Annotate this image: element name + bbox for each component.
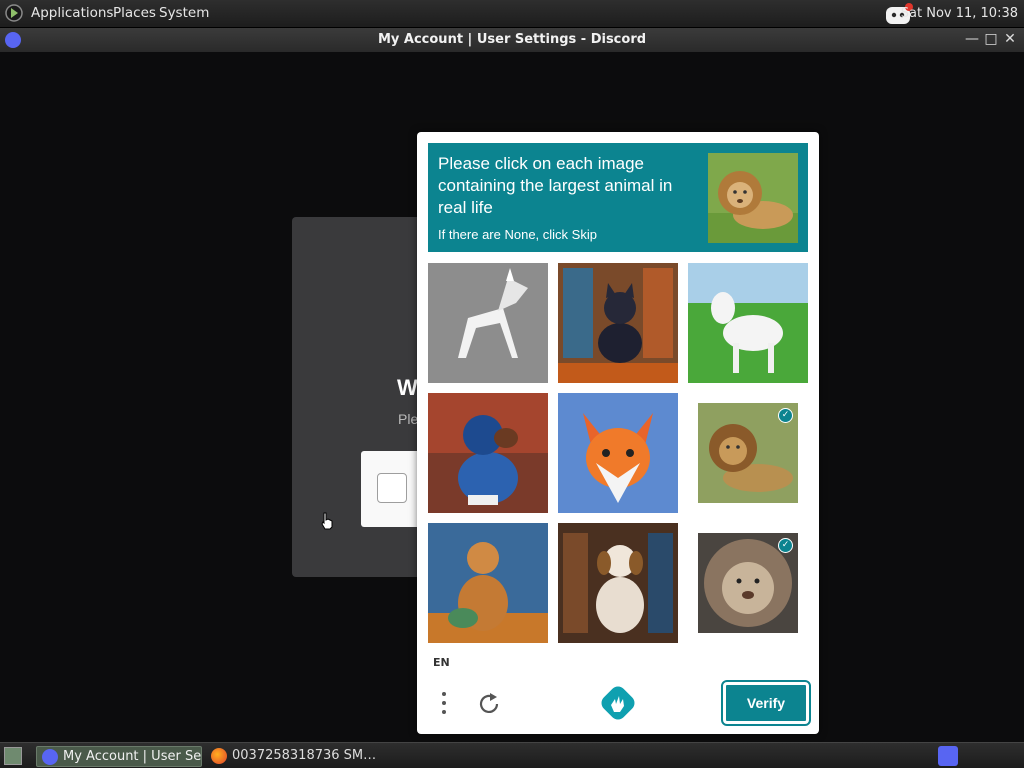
selected-check-icon: ✓ xyxy=(778,538,793,553)
puppy-in-library-image xyxy=(558,523,678,643)
discord-workspace-icon[interactable] xyxy=(938,746,958,766)
sample-lion-image xyxy=(708,153,798,243)
maximize-button[interactable]: □ xyxy=(983,31,999,47)
selected-check-icon: ✓ xyxy=(778,408,793,423)
blue-dog-image xyxy=(428,393,548,513)
language-selector[interactable]: EN xyxy=(433,656,450,669)
menu-system[interactable]: System xyxy=(159,5,209,21)
gnome-menu-icon[interactable] xyxy=(4,3,24,23)
image-tile-1[interactable] xyxy=(428,263,548,383)
image-tile-8[interactable] xyxy=(558,523,678,643)
image-tile-2[interactable] xyxy=(558,263,678,383)
taskbar-item-discord[interactable]: My Account | User Se… xyxy=(36,746,202,767)
window-title: My Account | User Settings - Discord xyxy=(377,32,647,47)
image-tile-4[interactable] xyxy=(428,393,548,513)
dog-in-library-image xyxy=(558,263,678,383)
taskbar-item-firefox[interactable]: 0037258318736 SM… xyxy=(206,746,396,767)
verify-button[interactable]: Verify xyxy=(721,680,811,726)
image-tile-9[interactable]: ✓ xyxy=(698,533,798,633)
image-tile-7[interactable] xyxy=(428,523,548,643)
taskbar-item-label: My Account | User Se… xyxy=(63,749,202,764)
image-tile-3[interactable] xyxy=(688,263,808,383)
menu-places[interactable]: Places xyxy=(113,5,156,21)
captcha-challenge: Please click on each image containing th… xyxy=(417,132,819,734)
verification-modal: W Ple xyxy=(292,217,432,577)
prompt-banner: Please click on each image containing th… xyxy=(428,143,808,252)
show-desktop-icon[interactable] xyxy=(4,747,22,765)
skip-hint: If there are None, click Skip xyxy=(438,227,597,242)
dog-with-books-image xyxy=(428,523,548,643)
hand-cursor-icon xyxy=(321,512,333,530)
white-paper-animal-image xyxy=(428,263,548,383)
bottom-taskbar: My Account | User Se… 0037258318736 SM… xyxy=(0,742,1024,768)
modal-subtitle: Ple xyxy=(398,411,419,427)
clock[interactable]: Sat Nov 11, 10:38 xyxy=(901,6,1018,21)
close-button[interactable]: ✕ xyxy=(1002,31,1018,47)
image-tile-6[interactable]: ✓ xyxy=(698,403,798,503)
refresh-icon[interactable] xyxy=(475,690,503,718)
menu-dots-icon[interactable] xyxy=(439,689,449,717)
discord-icon xyxy=(42,749,58,765)
top-panel: Applications Places System Sat Nov 11, 1… xyxy=(0,0,1024,28)
modal-heading: W xyxy=(397,375,418,400)
white-goat-image xyxy=(688,263,808,383)
window-titlebar[interactable]: My Account | User Settings - Discord — □… xyxy=(0,28,1024,52)
minimize-button[interactable]: — xyxy=(964,31,980,47)
challenge-prompt: Please click on each image containing th… xyxy=(438,154,673,217)
hcaptcha-checkbox[interactable] xyxy=(377,473,407,503)
firefox-icon xyxy=(211,748,227,764)
taskbar-item-label: 0037258318736 SM… xyxy=(232,748,377,763)
painted-fox-image xyxy=(558,393,678,513)
menu-applications[interactable]: Applications xyxy=(31,5,113,21)
hcaptcha-logo-icon xyxy=(601,686,635,720)
image-tile-5[interactable] xyxy=(558,393,678,513)
